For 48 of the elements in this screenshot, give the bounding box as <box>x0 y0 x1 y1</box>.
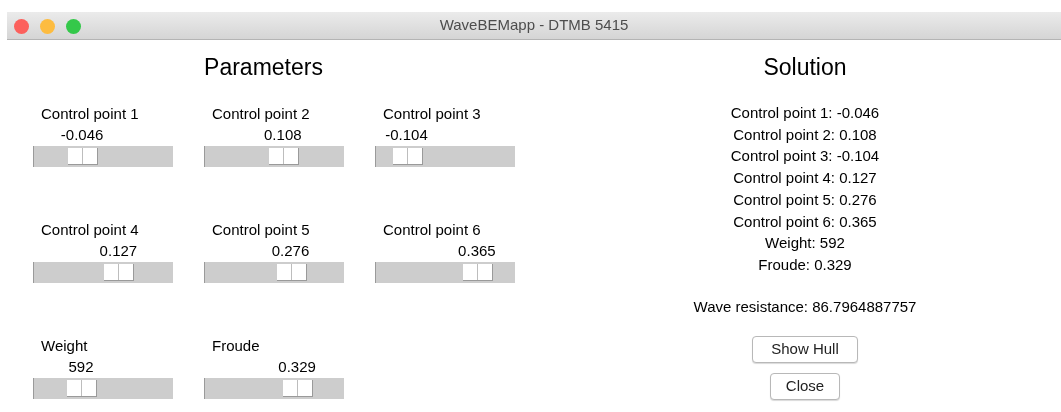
slider-value: 0.108 <box>264 125 302 145</box>
slider-thumb[interactable] <box>462 264 493 281</box>
section-title: Solution <box>763 53 847 82</box>
solution-line: Control point 2: 0.108 <box>733 124 877 145</box>
slider-thumb[interactable] <box>283 380 314 397</box>
slider-label: Control point 2 <box>212 104 311 124</box>
slider-track[interactable] <box>204 262 344 283</box>
slider-label: Froude <box>212 336 261 356</box>
window-title: WaveBEMapp - DTMB 5415 <box>439 15 629 36</box>
slider-track[interactable] <box>375 146 515 167</box>
maximize-window-icon[interactable] <box>66 19 81 34</box>
slider-thumb[interactable] <box>392 148 423 165</box>
slider-value: 0.365 <box>458 241 496 261</box>
solution-line: Control point 4: 0.127 <box>733 168 877 189</box>
solution-line: Control point 3: -0.104 <box>730 146 880 167</box>
slider-value: 592 <box>68 357 94 377</box>
section-title: Parameters <box>204 53 323 82</box>
slider-thumb[interactable] <box>276 264 307 281</box>
solution-line: Weight: 592 <box>765 233 845 254</box>
slider-label: Control point 4 <box>41 220 140 240</box>
slider-value: 0.329 <box>278 357 316 377</box>
slider-label: Control point 1 <box>41 104 140 124</box>
slider-label: Control point 5 <box>212 220 311 240</box>
slider-value: -0.046 <box>60 125 104 145</box>
slider-thumb[interactable] <box>67 380 97 397</box>
slider-label: Control point 3 <box>383 104 482 124</box>
solution-line: Froude: 0.329 <box>758 254 852 275</box>
slider-track[interactable] <box>204 146 344 167</box>
slider-track[interactable] <box>33 146 173 167</box>
slider-thumb[interactable] <box>268 148 299 165</box>
slider-track[interactable] <box>204 378 344 399</box>
solution-line: Control point 6: 0.365 <box>733 211 877 232</box>
slider-value: 0.127 <box>99 241 138 261</box>
slider-value: -0.104 <box>385 125 428 145</box>
show-hull-button[interactable]: Show Hull <box>752 335 858 363</box>
slider-label: Weight <box>41 336 89 356</box>
slider-label: Control point 6 <box>383 220 482 240</box>
slider-track[interactable] <box>33 262 173 283</box>
solution-line: Control point 5: 0.276 <box>733 189 877 210</box>
wave-resistance: Wave resistance: 86.7964887757 <box>693 296 917 317</box>
close-button[interactable]: Close <box>769 372 841 400</box>
slider-track[interactable] <box>375 262 515 283</box>
slider-value: 0.276 <box>271 241 310 261</box>
solution-line: Control point 1: -0.046 <box>730 103 880 123</box>
slider-thumb[interactable] <box>104 264 135 281</box>
slider-track[interactable] <box>33 378 173 399</box>
close-window-icon[interactable] <box>14 19 29 34</box>
slider-thumb[interactable] <box>68 148 99 165</box>
